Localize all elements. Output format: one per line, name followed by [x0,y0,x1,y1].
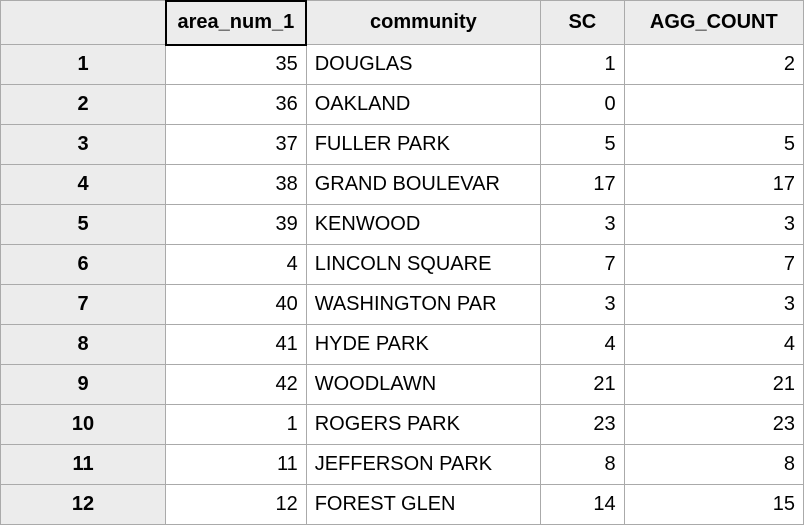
table-row: 7 40 WASHINGTON PAR 3 3 [1,285,804,325]
cell-community[interactable]: OAKLAND [306,85,540,125]
cell-sc[interactable]: 3 [541,205,625,245]
cell-area-num-1[interactable]: 1 [166,405,307,445]
row-index-cell[interactable]: 2 [1,85,166,125]
row-index-cell[interactable]: 12 [1,485,166,525]
cell-area-num-1[interactable]: 41 [166,325,307,365]
cell-community[interactable]: ROGERS PARK [306,405,540,445]
table-row: 4 38 GRAND BOULEVAR 17 17 [1,165,804,205]
col-header-agg-count[interactable]: AGG_COUNT [624,1,803,45]
table-body: 1 35 DOUGLAS 1 2 2 36 OAKLAND 0 3 37 FUL… [1,45,804,525]
cell-area-num-1[interactable]: 37 [166,125,307,165]
header-row: area_num_1 community SC AGG_COUNT [1,1,804,45]
cell-sc[interactable]: 23 [541,405,625,445]
cell-area-num-1[interactable]: 42 [166,365,307,405]
data-table: area_num_1 community SC AGG_COUNT 1 35 D… [0,0,804,525]
row-index-cell[interactable]: 11 [1,445,166,485]
row-index-cell[interactable]: 3 [1,125,166,165]
col-header-community[interactable]: community [306,1,540,45]
cell-area-num-1[interactable]: 36 [166,85,307,125]
cell-agg-count[interactable]: 15 [624,485,803,525]
cell-sc[interactable]: 0 [541,85,625,125]
cell-sc[interactable]: 3 [541,285,625,325]
cell-area-num-1[interactable]: 4 [166,245,307,285]
cell-sc[interactable]: 7 [541,245,625,285]
cell-agg-count[interactable]: 21 [624,365,803,405]
table-row: 12 12 FOREST GLEN 14 15 [1,485,804,525]
cell-agg-count[interactable]: 3 [624,205,803,245]
cell-agg-count[interactable] [624,85,803,125]
cell-agg-count[interactable]: 3 [624,285,803,325]
table-row: 3 37 FULLER PARK 5 5 [1,125,804,165]
cell-community[interactable]: FULLER PARK [306,125,540,165]
cell-community[interactable]: WASHINGTON PAR [306,285,540,325]
cell-area-num-1[interactable]: 11 [166,445,307,485]
row-index-cell[interactable]: 1 [1,45,166,85]
cell-community[interactable]: WOODLAWN [306,365,540,405]
cell-community[interactable]: JEFFERSON PARK [306,445,540,485]
cell-agg-count[interactable]: 5 [624,125,803,165]
table-row: 1 35 DOUGLAS 1 2 [1,45,804,85]
cell-sc[interactable]: 1 [541,45,625,85]
row-index-header [1,1,166,45]
col-header-sc[interactable]: SC [541,1,625,45]
cell-agg-count[interactable]: 4 [624,325,803,365]
row-index-cell[interactable]: 10 [1,405,166,445]
cell-agg-count[interactable]: 23 [624,405,803,445]
table-row: 8 41 HYDE PARK 4 4 [1,325,804,365]
row-index-cell[interactable]: 7 [1,285,166,325]
cell-community[interactable]: DOUGLAS [306,45,540,85]
row-index-cell[interactable]: 4 [1,165,166,205]
cell-community[interactable]: FOREST GLEN [306,485,540,525]
table-row: 10 1 ROGERS PARK 23 23 [1,405,804,445]
table-row: 9 42 WOODLAWN 21 21 [1,365,804,405]
cell-sc[interactable]: 8 [541,445,625,485]
cell-community[interactable]: KENWOOD [306,205,540,245]
cell-sc[interactable]: 17 [541,165,625,205]
cell-sc[interactable]: 5 [541,125,625,165]
cell-community[interactable]: HYDE PARK [306,325,540,365]
cell-agg-count[interactable]: 7 [624,245,803,285]
cell-agg-count[interactable]: 17 [624,165,803,205]
row-index-cell[interactable]: 6 [1,245,166,285]
cell-area-num-1[interactable]: 35 [166,45,307,85]
row-index-cell[interactable]: 5 [1,205,166,245]
col-header-area-num-1[interactable]: area_num_1 [166,1,307,45]
table-row: 2 36 OAKLAND 0 [1,85,804,125]
cell-sc[interactable]: 4 [541,325,625,365]
cell-agg-count[interactable]: 8 [624,445,803,485]
cell-area-num-1[interactable]: 12 [166,485,307,525]
table-row: 11 11 JEFFERSON PARK 8 8 [1,445,804,485]
cell-community[interactable]: LINCOLN SQUARE [306,245,540,285]
row-index-cell[interactable]: 8 [1,325,166,365]
table-row: 5 39 KENWOOD 3 3 [1,205,804,245]
cell-community[interactable]: GRAND BOULEVAR [306,165,540,205]
cell-area-num-1[interactable]: 38 [166,165,307,205]
cell-agg-count[interactable]: 2 [624,45,803,85]
cell-sc[interactable]: 21 [541,365,625,405]
cell-area-num-1[interactable]: 39 [166,205,307,245]
table-row: 6 4 LINCOLN SQUARE 7 7 [1,245,804,285]
cell-area-num-1[interactable]: 40 [166,285,307,325]
row-index-cell[interactable]: 9 [1,365,166,405]
cell-sc[interactable]: 14 [541,485,625,525]
